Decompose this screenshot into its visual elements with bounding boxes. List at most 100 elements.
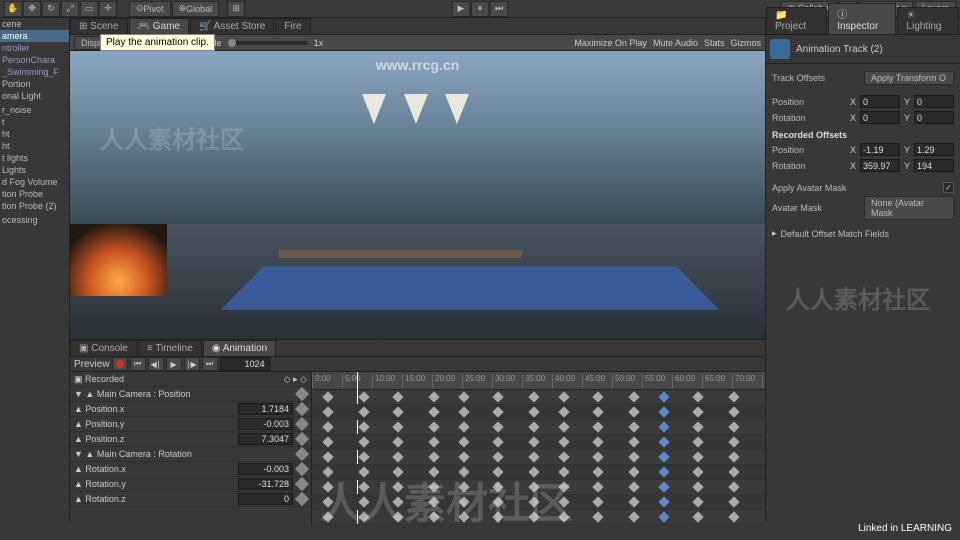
keyframe[interactable] — [492, 421, 503, 432]
keyframe[interactable] — [392, 466, 403, 477]
keyframe[interactable] — [428, 481, 439, 492]
keyframe[interactable] — [358, 436, 369, 447]
mute-toggle[interactable]: Mute Audio — [653, 38, 698, 48]
keyframe[interactable] — [358, 391, 369, 402]
hierarchy-item[interactable]: t lights — [0, 152, 69, 164]
snap-icon[interactable]: ⊞ — [227, 1, 245, 17]
keyframe[interactable] — [692, 436, 703, 447]
rotation-y-field[interactable] — [914, 111, 954, 124]
keyframe[interactable] — [658, 496, 669, 507]
keyframe-icon[interactable] — [295, 432, 309, 446]
keyframe[interactable] — [528, 466, 539, 477]
global-button[interactable]: ⊕ Global — [172, 1, 220, 17]
keyframe[interactable] — [392, 406, 403, 417]
keyframe[interactable] — [528, 481, 539, 492]
avatar-mask-field[interactable]: None (Avatar Mask — [864, 196, 954, 220]
keyframe[interactable] — [528, 451, 539, 462]
hierarchy-item[interactable]: Portion — [0, 78, 69, 90]
keyframe[interactable] — [428, 421, 439, 432]
property-row[interactable]: ▲ Rotation.z0 — [70, 492, 311, 507]
default-offset-foldout[interactable]: Default Offset Match Fields — [781, 229, 954, 239]
keyframe[interactable] — [558, 511, 569, 522]
rec-rotation-x-field[interactable] — [860, 159, 900, 172]
position-y-field[interactable] — [914, 95, 954, 108]
keyframe[interactable] — [322, 466, 333, 477]
keyframe[interactable] — [628, 436, 639, 447]
maximize-toggle[interactable]: Maximize On Play — [574, 38, 647, 48]
hierarchy-item[interactable]: Lights — [0, 164, 69, 176]
keyframe[interactable] — [428, 436, 439, 447]
keyframe-icon[interactable] — [295, 402, 309, 416]
property-row[interactable]: ▲ Rotation.y-31.728 — [70, 477, 311, 492]
keyframe[interactable] — [728, 451, 739, 462]
hierarchy-item[interactable]: ntroller — [0, 42, 69, 54]
dope-row[interactable] — [312, 465, 765, 480]
keyframe-icon[interactable] — [295, 447, 309, 461]
keyframe[interactable] — [458, 436, 469, 447]
keyframe[interactable] — [558, 466, 569, 477]
pause-button[interactable]: ⏸ — [471, 1, 489, 17]
keyframe[interactable] — [392, 391, 403, 402]
keyframe[interactable] — [428, 406, 439, 417]
keyframe[interactable] — [628, 511, 639, 522]
keyframe[interactable] — [592, 496, 603, 507]
keyframe[interactable] — [458, 466, 469, 477]
keyframe[interactable] — [428, 391, 439, 402]
keyframe[interactable] — [658, 466, 669, 477]
tab-scene[interactable]: ⊞ Scene — [70, 18, 128, 34]
pivot-button[interactable]: ⊙ Pivot — [129, 1, 171, 17]
tab-inspector[interactable]: ⓘ Inspector — [828, 3, 896, 34]
keyframe[interactable] — [528, 496, 539, 507]
position-x-field[interactable] — [860, 95, 900, 108]
anim-play-button[interactable]: ▶ — [166, 357, 182, 371]
property-value[interactable]: 1.7184 — [238, 403, 293, 415]
keyframe[interactable] — [392, 496, 403, 507]
dope-row[interactable] — [312, 390, 765, 405]
dope-row[interactable] — [312, 510, 765, 525]
keyframe[interactable] — [592, 421, 603, 432]
record-button[interactable] — [112, 357, 128, 371]
keyframe[interactable] — [628, 496, 639, 507]
keyframe[interactable] — [558, 421, 569, 432]
keyframe[interactable] — [592, 511, 603, 522]
keyframe[interactable] — [428, 466, 439, 477]
rotate-tool-icon[interactable]: ↻ — [42, 1, 60, 17]
keyframe-icon[interactable] — [295, 492, 309, 506]
keyframe[interactable] — [592, 406, 603, 417]
keyframe[interactable] — [692, 511, 703, 522]
keyframe[interactable] — [458, 481, 469, 492]
rect-tool-icon[interactable]: ▭ — [80, 1, 98, 17]
rec-position-x-field[interactable] — [860, 143, 900, 156]
keyframe[interactable] — [322, 406, 333, 417]
keyframe[interactable] — [592, 481, 603, 492]
keyframe[interactable] — [728, 406, 739, 417]
keyframe-icon[interactable] — [295, 477, 309, 491]
keyframe[interactable] — [558, 436, 569, 447]
keyframe[interactable] — [728, 466, 739, 477]
keyframe[interactable] — [592, 466, 603, 477]
keyframe[interactable] — [728, 496, 739, 507]
keyframe[interactable] — [528, 511, 539, 522]
keyframe[interactable] — [322, 421, 333, 432]
tab-timeline[interactable]: ≡ Timeline — [138, 340, 202, 356]
keyframe[interactable] — [692, 466, 703, 477]
hierarchy-item[interactable]: tion Probe (2) — [0, 200, 69, 212]
tab-game[interactable]: 🎮 Game — [129, 18, 189, 34]
property-value[interactable]: -0.003 — [238, 418, 293, 430]
prev-frame-button[interactable]: ◀∣ — [148, 357, 164, 371]
keyframe[interactable] — [692, 451, 703, 462]
keyframe[interactable] — [628, 421, 639, 432]
dope-row[interactable] — [312, 405, 765, 420]
keyframe[interactable] — [458, 451, 469, 462]
keyframe[interactable] — [628, 451, 639, 462]
transform-tool-icon[interactable]: ✛ — [99, 1, 117, 17]
keyframe[interactable] — [492, 406, 503, 417]
keyframe[interactable] — [558, 451, 569, 462]
tab-fire[interactable]: Fire — [275, 18, 310, 34]
hierarchy-item[interactable]: ht — [0, 140, 69, 152]
hierarchy-item[interactable]: cene — [0, 18, 69, 30]
keyframe[interactable] — [528, 406, 539, 417]
keyframe[interactable] — [392, 451, 403, 462]
tab-project[interactable]: 📁 Project — [766, 7, 827, 34]
keyframe[interactable] — [592, 436, 603, 447]
